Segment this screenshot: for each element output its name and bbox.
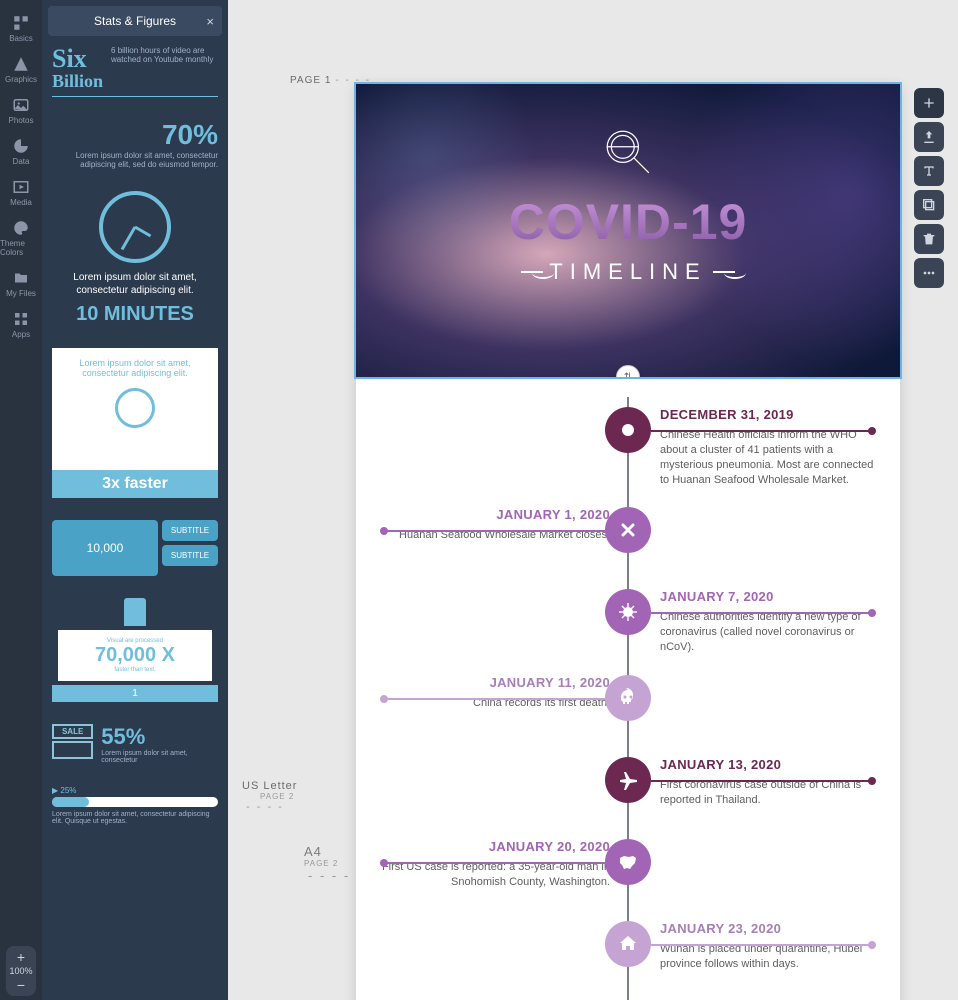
floating-toolbar <box>914 88 944 288</box>
timeline[interactable]: DECEMBER 31, 2019 Chinese Health officia… <box>356 377 900 1000</box>
event-description: Wuhan is placed under quarantine, Hubei … <box>660 942 874 972</box>
nav-theme-colors[interactable]: Theme Colors <box>0 213 42 263</box>
connector-line <box>651 780 872 782</box>
banner-subtitle: TIMELINE <box>356 259 900 285</box>
more-button[interactable] <box>914 258 944 288</box>
event-date: JANUARY 20, 2020 <box>380 839 610 854</box>
nav-apps[interactable]: Apps <box>0 304 42 345</box>
magnifier-icon <box>356 126 900 183</box>
zoom-in-button[interactable]: + <box>17 950 25 964</box>
asset-list[interactable]: SixBillion 6 billion hours of video are … <box>42 42 228 1000</box>
connector-line <box>651 944 872 946</box>
nav-my-files[interactable]: My Files <box>0 263 42 304</box>
event-date: JANUARY 23, 2020 <box>660 921 874 936</box>
asset-70000x[interactable]: Visual are processed 70,000 X faster tha… <box>52 598 218 702</box>
virus-icon <box>605 589 651 635</box>
clock-icon <box>115 388 155 428</box>
connector-line <box>384 862 605 864</box>
asset-panel: Stats & Figures × SixBillion 6 billion h… <box>42 0 228 1000</box>
asset-clock[interactable]: Lorem ipsum dolor sit amet, consectetur … <box>52 191 218 326</box>
clipboard-icon <box>124 598 146 626</box>
event-description: Chinese Health officials inform the WHO … <box>660 428 874 487</box>
zoom-value: 100% <box>9 966 32 976</box>
resize-handle[interactable]: ⇅ <box>616 365 640 377</box>
asset-progress-bar[interactable]: ▶ 25% Lorem ipsum dolor sit amet, consec… <box>52 786 218 825</box>
text-button[interactable] <box>914 156 944 186</box>
asset-sale-55[interactable]: SALE 55% Lorem ipsum dolor sit amet, con… <box>52 724 218 764</box>
copy-button[interactable] <box>914 190 944 220</box>
nav-data[interactable]: Data <box>0 131 42 172</box>
asset-10000[interactable]: 10,000 SUBTITLE SUBTITLE <box>52 520 218 576</box>
close-icon[interactable]: × <box>206 14 214 29</box>
sale-icon: SALE <box>52 724 93 764</box>
canvas: PAGE 1 US LetterPAGE 2 A4PAGE 2 COVID-19… <box>228 0 958 1000</box>
skull-icon <box>605 675 651 721</box>
event-description: First US case is reported: a 35-year-old… <box>380 860 610 890</box>
asset-70-percent[interactable]: 70% Lorem ipsum dolor sit amet, consecte… <box>52 119 218 169</box>
timeline-event[interactable]: JANUARY 13, 2020 First coronavirus case … <box>370 757 886 819</box>
nav-graphics[interactable]: Graphics <box>0 49 42 90</box>
connector-line <box>384 530 605 532</box>
usa-icon <box>605 839 651 885</box>
timeline-event[interactable]: JANUARY 20, 2020 First US case is report… <box>370 839 886 901</box>
x-icon <box>605 507 651 553</box>
event-date: JANUARY 11, 2020 <box>380 675 610 690</box>
document[interactable]: COVID-19 TIMELINE ⇅ DECEMBER 31, 2019 Ch… <box>356 84 900 1000</box>
us-letter-label: US LetterPAGE 2 <box>242 780 297 813</box>
a4-label: A4PAGE 2 <box>304 844 350 883</box>
event-date: JANUARY 1, 2020 <box>380 507 610 522</box>
home-icon <box>605 921 651 967</box>
upload-button[interactable] <box>914 122 944 152</box>
zoom-control: + 100% − <box>6 946 36 996</box>
zoom-out-button[interactable]: − <box>17 978 25 992</box>
banner[interactable]: COVID-19 TIMELINE ⇅ <box>356 84 900 377</box>
asset-six-billion[interactable]: SixBillion 6 billion hours of video are … <box>52 46 218 97</box>
event-date: JANUARY 13, 2020 <box>660 757 874 772</box>
timeline-event[interactable]: JANUARY 11, 2020 China records its first… <box>370 675 886 737</box>
panel-title: Stats & Figures <box>94 14 176 28</box>
timeline-event[interactable]: DECEMBER 31, 2019 Chinese Health officia… <box>370 407 886 487</box>
plane-icon <box>605 757 651 803</box>
connector-line <box>651 430 872 432</box>
delete-button[interactable] <box>914 224 944 254</box>
add-button[interactable] <box>914 88 944 118</box>
banner-title: COVID-19 <box>356 193 900 251</box>
event-date: JANUARY 7, 2020 <box>660 589 874 604</box>
timeline-event[interactable]: JANUARY 23, 2020 Wuhan is placed under q… <box>370 921 886 983</box>
event-description: Chinese authorities identify a new type … <box>660 610 874 655</box>
clock-icon <box>99 191 171 263</box>
connector-line <box>384 698 605 700</box>
timeline-event[interactable]: JANUARY 7, 2020 Chinese authorities iden… <box>370 589 886 655</box>
event-date: DECEMBER 31, 2019 <box>660 407 874 422</box>
asset-3x-faster[interactable]: Lorem ipsum dolor sit amet, consectetur … <box>52 348 218 498</box>
timeline-event[interactable]: JANUARY 1, 2020 Huanan Seafood Wholesale… <box>370 507 886 569</box>
connector-line <box>651 612 872 614</box>
nav-photos[interactable]: Photos <box>0 90 42 131</box>
panel-header: Stats & Figures × <box>48 6 222 36</box>
event-description: First coronavirus case outside of China … <box>660 778 874 808</box>
bug-icon <box>605 407 651 453</box>
nav-media[interactable]: Media <box>0 172 42 213</box>
nav-rail: Basics Graphics Photos Data Media Theme … <box>0 0 42 1000</box>
nav-basics[interactable]: Basics <box>0 8 42 49</box>
